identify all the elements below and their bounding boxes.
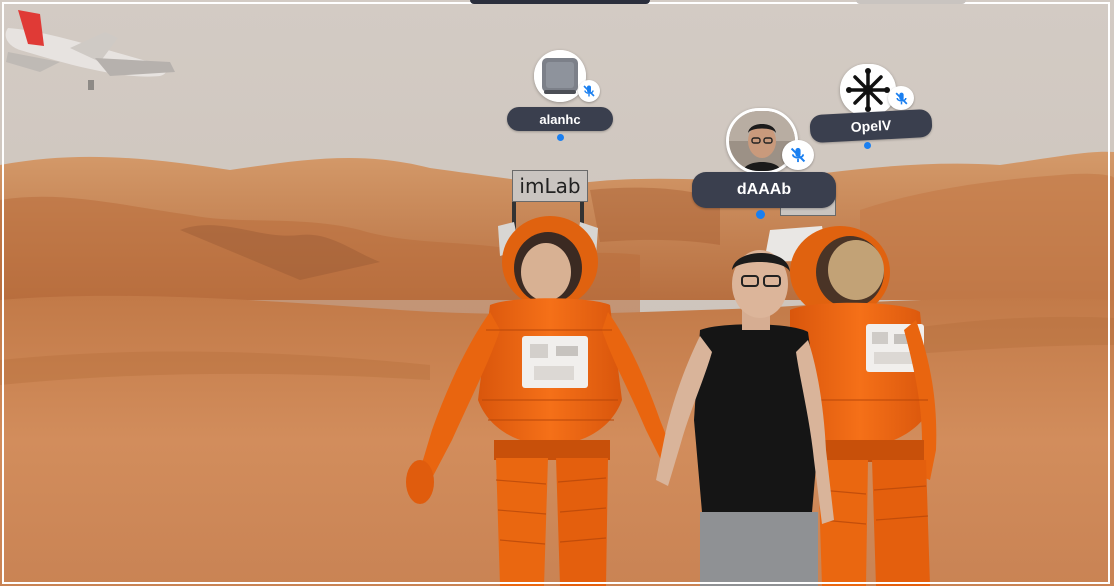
mic-muted-icon — [583, 85, 595, 97]
user-avatar-opelv[interactable] — [840, 64, 896, 116]
mic-muted-badge-opelv — [888, 86, 914, 110]
compass-star-avatar-icon — [840, 64, 896, 116]
top-panel-tab[interactable] — [470, 0, 650, 4]
user-name-tag-alanhc[interactable]: alanhc — [507, 107, 613, 131]
mic-muted-badge-daaab — [782, 140, 814, 170]
presence-dot-opelv — [864, 142, 871, 149]
top-panel-tab-secondary[interactable] — [856, 0, 966, 4]
presence-dot-alanhc — [557, 134, 564, 141]
user-name-tag-daaab[interactable]: dAAAb — [692, 172, 836, 208]
mic-muted-badge-alanhc — [578, 80, 600, 102]
imlab-sign: imLab — [512, 170, 588, 202]
mic-muted-icon — [790, 147, 806, 163]
presence-dot-daaab — [756, 210, 765, 219]
mic-muted-icon — [895, 92, 907, 104]
